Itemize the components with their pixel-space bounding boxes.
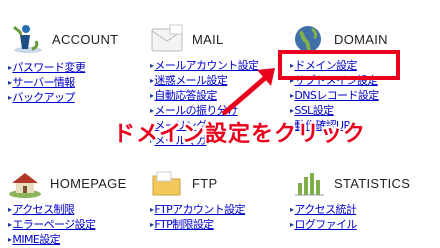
link-log-files[interactable]: ログファイル xyxy=(294,218,357,231)
list-item: ▸バックアップ xyxy=(8,90,85,105)
bullet-icon: ▸ xyxy=(150,76,154,85)
list-item: ▸MIME設定 xyxy=(8,232,95,247)
bullet-icon: ▸ xyxy=(150,220,154,229)
ftp-link-list: ▸FTPアカウント設定 ▸FTP制限設定 xyxy=(150,202,246,232)
section-header-homepage: HOMEPAGE xyxy=(6,166,127,200)
link-backup[interactable]: バックアップ xyxy=(12,91,75,104)
section-title-account: ACCOUNT xyxy=(52,31,119,47)
bullet-icon: ▸ xyxy=(150,106,154,115)
link-access-restriction[interactable]: アクセス制限 xyxy=(12,203,74,216)
list-item: ▸アクセス制限 xyxy=(8,202,95,217)
link-autoreply-settings[interactable]: 自動応答設定 xyxy=(154,89,217,102)
link-access-statistics[interactable]: アクセス統計 xyxy=(294,203,356,216)
list-item: ▸アクセス統計 xyxy=(290,202,357,217)
folder-icon xyxy=(148,167,186,199)
highlight-box xyxy=(278,50,400,80)
section-header-mail: MAIL xyxy=(148,22,224,56)
house-icon xyxy=(6,167,44,199)
link-ftp-account-settings[interactable]: FTPアカウント設定 xyxy=(154,203,245,216)
bar-chart-icon xyxy=(290,167,328,199)
bullet-icon: ▸ xyxy=(290,205,294,214)
callout-text: ドメイン設定をクリック xyxy=(113,122,367,147)
bullet-icon: ▸ xyxy=(8,205,12,214)
link-password-change[interactable]: パスワード変更 xyxy=(12,61,85,74)
section-title-mail: MAIL xyxy=(192,31,224,47)
link-server-info[interactable]: サーバー情報 xyxy=(12,76,75,89)
section-title-homepage: HOMEPAGE xyxy=(50,175,127,191)
section-header-account: ACCOUNT xyxy=(8,22,118,56)
account-link-list: ▸パスワード変更 ▸サーバー情報 ▸バックアップ xyxy=(8,60,86,105)
list-item: ▸DNSレコード設定 xyxy=(290,88,379,103)
bullet-icon: ▸ xyxy=(150,61,154,70)
list-item: ▸サーバー情報 xyxy=(8,75,85,90)
envelope-icon xyxy=(148,23,186,55)
bullet-icon: ▸ xyxy=(290,220,294,229)
list-item: ▸FTP制限設定 xyxy=(150,217,245,232)
info-person-icon xyxy=(8,23,46,55)
bullet-icon: ▸ xyxy=(150,205,154,214)
bullet-icon: ▸ xyxy=(8,220,12,229)
list-item: ▸FTPアカウント設定 xyxy=(150,202,246,217)
list-item: ▸エラーページ設定 xyxy=(8,217,96,232)
link-error-page-settings[interactable]: エラーページ設定 xyxy=(12,218,96,231)
link-dns-record-settings[interactable]: DNSレコード設定 xyxy=(294,89,379,102)
section-header-ftp: FTP xyxy=(148,166,217,200)
section-header-statistics: STATISTICS xyxy=(290,166,410,200)
section-title-domain: DOMAIN xyxy=(334,31,388,47)
bullet-icon: ▸ xyxy=(290,106,294,115)
bullet-icon: ▸ xyxy=(8,93,12,102)
list-item: ▸ログファイル xyxy=(290,217,357,232)
bullet-icon: ▸ xyxy=(150,91,154,100)
section-title-ftp: FTP xyxy=(192,175,218,191)
bullet-icon: ▸ xyxy=(290,91,294,100)
bullet-icon: ▸ xyxy=(8,78,12,87)
list-item: ▸パスワード変更 xyxy=(8,60,86,75)
link-ftp-restriction-settings[interactable]: FTP制限設定 xyxy=(154,218,214,231)
homepage-link-list: ▸アクセス制限 ▸エラーページ設定 ▸MIME設定 xyxy=(8,202,96,247)
bullet-icon: ▸ xyxy=(8,63,12,72)
section-title-statistics: STATISTICS xyxy=(334,175,411,191)
arrow-icon xyxy=(221,68,275,116)
link-mime-settings[interactable]: MIME設定 xyxy=(12,233,60,246)
statistics-link-list: ▸アクセス統計 ▸ログファイル xyxy=(290,202,357,232)
